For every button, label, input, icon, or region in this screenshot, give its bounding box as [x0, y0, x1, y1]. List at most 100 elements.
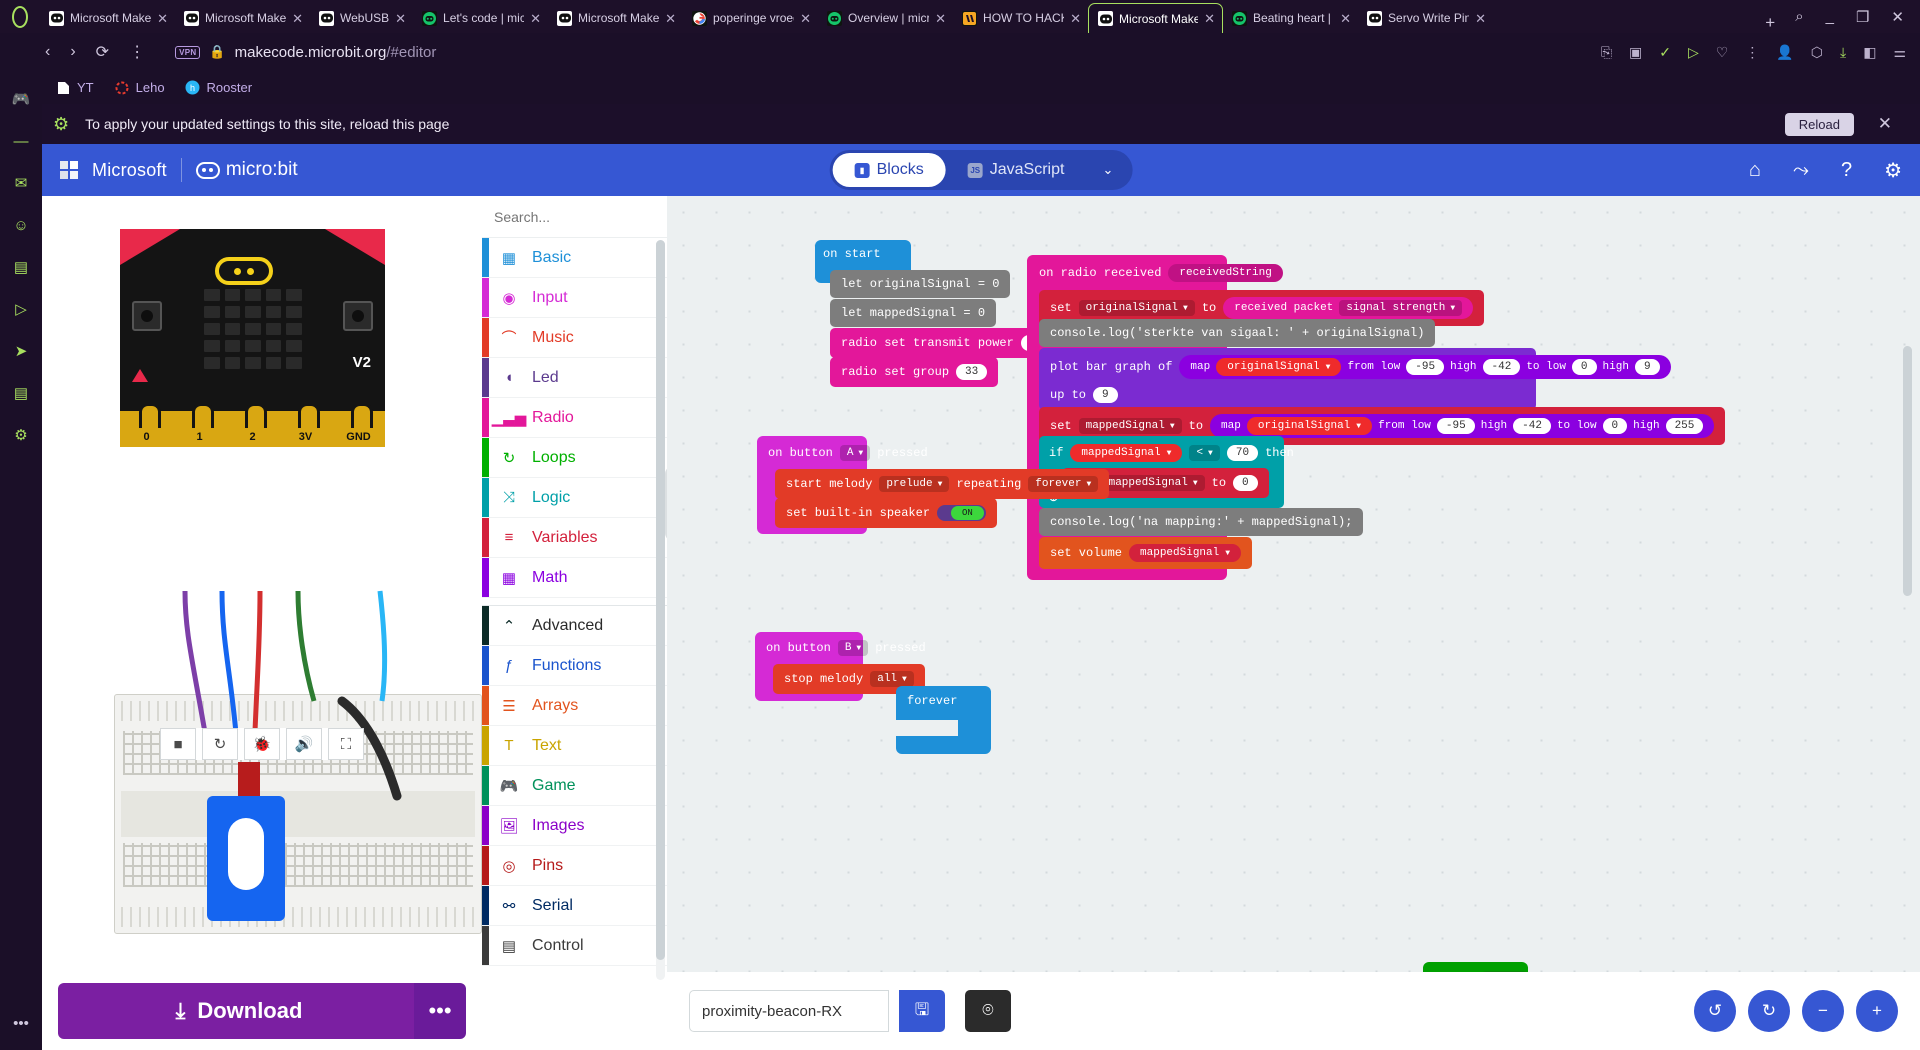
set2-variable-dropdown[interactable]: mappedSignal▼ [1079, 418, 1182, 434]
blocks-workspace[interactable]: on start let originalSignal = 0 let mapp… [667, 196, 1920, 1050]
zoom-out-button[interactable]: − [1802, 990, 1844, 1032]
url-text[interactable]: makecode.microbit.org/#editor [235, 44, 437, 61]
forward-button[interactable]: › [70, 43, 75, 61]
if-set-variable-dropdown[interactable]: mappedSignal▼ [1102, 475, 1205, 491]
toolbox-category-arrays[interactable]: ☰Arrays [482, 686, 667, 726]
panel-mail-icon[interactable]: ✉ [10, 172, 32, 194]
toolbox-category-logic[interactable]: ⤨Logic [482, 478, 667, 518]
map-reporter-1[interactable]: map originalSignal▼ from low -95 high -4… [1179, 355, 1670, 379]
back-button[interactable]: ‹ [45, 43, 50, 61]
browser-tab[interactable]: WebUSB✕ [310, 3, 413, 33]
browser-tab[interactable]: poperinge vroege✕ [683, 3, 818, 33]
stop-melody-dropdown[interactable]: all▼ [870, 671, 914, 687]
browser-tab[interactable]: Servo Write Pin✕ [1358, 3, 1493, 33]
close-icon[interactable]: ✕ [935, 12, 946, 25]
toolbox-category-basic[interactable]: ▦Basic [482, 238, 667, 278]
board-pin[interactable]: 2 [240, 412, 266, 443]
close-icon[interactable]: ✕ [1204, 12, 1215, 25]
browser-tab[interactable]: Microsoft MakeCo✕ [175, 3, 310, 33]
download-icon[interactable]: ⤓ [1840, 44, 1846, 61]
toolbox-category-music[interactable]: ⌒Music [482, 318, 667, 358]
block-start-melody[interactable]: start melody prelude▼ repeating forever▼ [775, 469, 1109, 499]
toolbox-category-images[interactable]: 🖼Images [482, 806, 667, 846]
settings-sliders-icon[interactable]: ⚌ [1893, 44, 1906, 61]
tab-blocks[interactable]: ▮ Blocks [833, 153, 946, 187]
close-icon[interactable]: ✕ [292, 12, 303, 25]
zoom-in-button[interactable]: + [1856, 990, 1898, 1032]
profile-icon[interactable]: 👤 [1776, 44, 1793, 61]
map-reporter-2[interactable]: map originalSignal▼ from low -95 high -4… [1210, 414, 1714, 438]
speaker-toggle[interactable]: ON [937, 505, 986, 521]
panel-minus-icon[interactable]: — [10, 130, 32, 152]
panel-calendar-icon[interactable]: ▤ [10, 256, 32, 278]
map2-to-low-value[interactable]: 0 [1603, 418, 1628, 434]
close-icon[interactable]: ✕ [157, 12, 168, 25]
notification-close-icon[interactable]: ✕ [1878, 114, 1892, 134]
workspace-vertical-scrollbar[interactable] [1903, 346, 1912, 596]
toolbox-category-math[interactable]: ▦Math [482, 558, 667, 598]
bookmark-item[interactable]: hRooster [185, 80, 253, 96]
map2-to-high-value[interactable]: 255 [1666, 418, 1704, 434]
panel-notes-icon[interactable]: ➤ [10, 340, 32, 362]
close-icon[interactable]: ✕ [1891, 8, 1904, 26]
url-bar[interactable]: VPN 🔒 makecode.microbit.org/#editor [175, 44, 436, 61]
toolbox-category-game[interactable]: 🎮Game [482, 766, 667, 806]
toolbox-category-serial[interactable]: ⚯Serial [482, 886, 667, 926]
toolbox-category-advanced[interactable]: ⌃Advanced [482, 606, 667, 646]
browser-tab[interactable]: Microsoft MakeCo✕ [40, 3, 175, 33]
block-set-volume[interactable]: set volume mappedSignal▼ [1039, 537, 1252, 569]
block-radio-set-transmit-power[interactable]: radio set transmit power 7 [830, 328, 1056, 358]
browser-tab[interactable]: HOW TO HACK?, C✕ [953, 3, 1088, 33]
panel-contacts-icon[interactable]: ☺ [10, 214, 32, 236]
block-let-original-signal[interactable]: let originalSignal = 0 [830, 270, 1010, 298]
button-a-dropdown[interactable]: A▼ [840, 445, 870, 461]
microbit-board[interactable]: V2 0123VGND [120, 229, 385, 447]
block-plot-bar-graph[interactable]: plot bar graph of map originalSignal▼ fr… [1039, 348, 1536, 410]
gear-icon[interactable]: ⚙ [1884, 158, 1902, 183]
if-set-value[interactable]: 0 [1233, 475, 1258, 491]
capture-icon[interactable]: ▣ [1629, 44, 1642, 61]
radio-group-value[interactable]: 33 [956, 364, 987, 380]
set-variable-dropdown[interactable]: originalSignal▼ [1079, 300, 1195, 316]
block-set-builtin-speaker[interactable]: set built-in speaker ON [775, 498, 997, 528]
board-pin[interactable]: 0 [134, 412, 160, 443]
debug-icon[interactable]: 🐞 [244, 728, 280, 760]
high-value[interactable]: -42 [1483, 359, 1521, 375]
board-pin[interactable]: GND [346, 412, 372, 443]
button-b-dropdown[interactable]: B▼ [838, 640, 868, 656]
melody-name-dropdown[interactable]: prelude▼ [879, 476, 949, 492]
panel-gamepad-icon[interactable]: 🎮 [10, 88, 32, 110]
board-button-a[interactable] [132, 301, 162, 331]
board-pin[interactable]: 3V [293, 412, 319, 443]
close-icon[interactable]: ✕ [665, 12, 676, 25]
redo-button[interactable]: ↻ [1748, 990, 1790, 1032]
board-button-b[interactable] [343, 301, 373, 331]
toolbox-category-radio[interactable]: ▁▃▅Radio [482, 398, 667, 438]
to-high-value[interactable]: 9 [1635, 359, 1660, 375]
signal-strength-dropdown[interactable]: signal strength▼ [1339, 300, 1462, 316]
bookmark-item[interactable]: YT [55, 80, 94, 96]
board-pin[interactable]: 1 [187, 412, 213, 443]
panel-overflow-icon[interactable]: ••• [13, 1015, 29, 1032]
close-icon[interactable]: ✕ [800, 12, 811, 25]
box-icon[interactable]: ⬡ [1811, 44, 1823, 61]
toolbox-category-text[interactable]: TText [482, 726, 667, 766]
toolbox-category-input[interactable]: ◉Input [482, 278, 667, 318]
from-low-value[interactable]: -95 [1406, 359, 1444, 375]
panel-icon[interactable]: ◧ [1863, 44, 1876, 61]
browser-tab[interactable]: Let's code | micro:✕ [413, 3, 548, 33]
browser-tab[interactable]: Microsoft MakeCo✕ [548, 3, 683, 33]
vivaldi-logo-icon[interactable] [0, 0, 40, 33]
help-icon[interactable]: ? [1841, 159, 1852, 182]
map-var-dropdown[interactable]: originalSignal▼ [1216, 358, 1341, 376]
block-radio-set-group[interactable]: radio set group 33 [830, 357, 998, 387]
home-icon[interactable]: ⌂ [1749, 159, 1761, 182]
panel-settings-icon[interactable]: ⚙ [10, 424, 32, 446]
map2-var-dropdown[interactable]: originalSignal▼ [1247, 417, 1372, 435]
panel-window-icon[interactable]: ▤ [10, 382, 32, 404]
bookmark-item[interactable]: Leho [114, 80, 165, 96]
page-menu-button[interactable]: ⋮ [129, 42, 145, 62]
restore-icon[interactable]: ❐ [1856, 8, 1869, 26]
up-to-value[interactable]: 9 [1093, 387, 1118, 403]
close-icon[interactable]: ✕ [395, 12, 406, 25]
